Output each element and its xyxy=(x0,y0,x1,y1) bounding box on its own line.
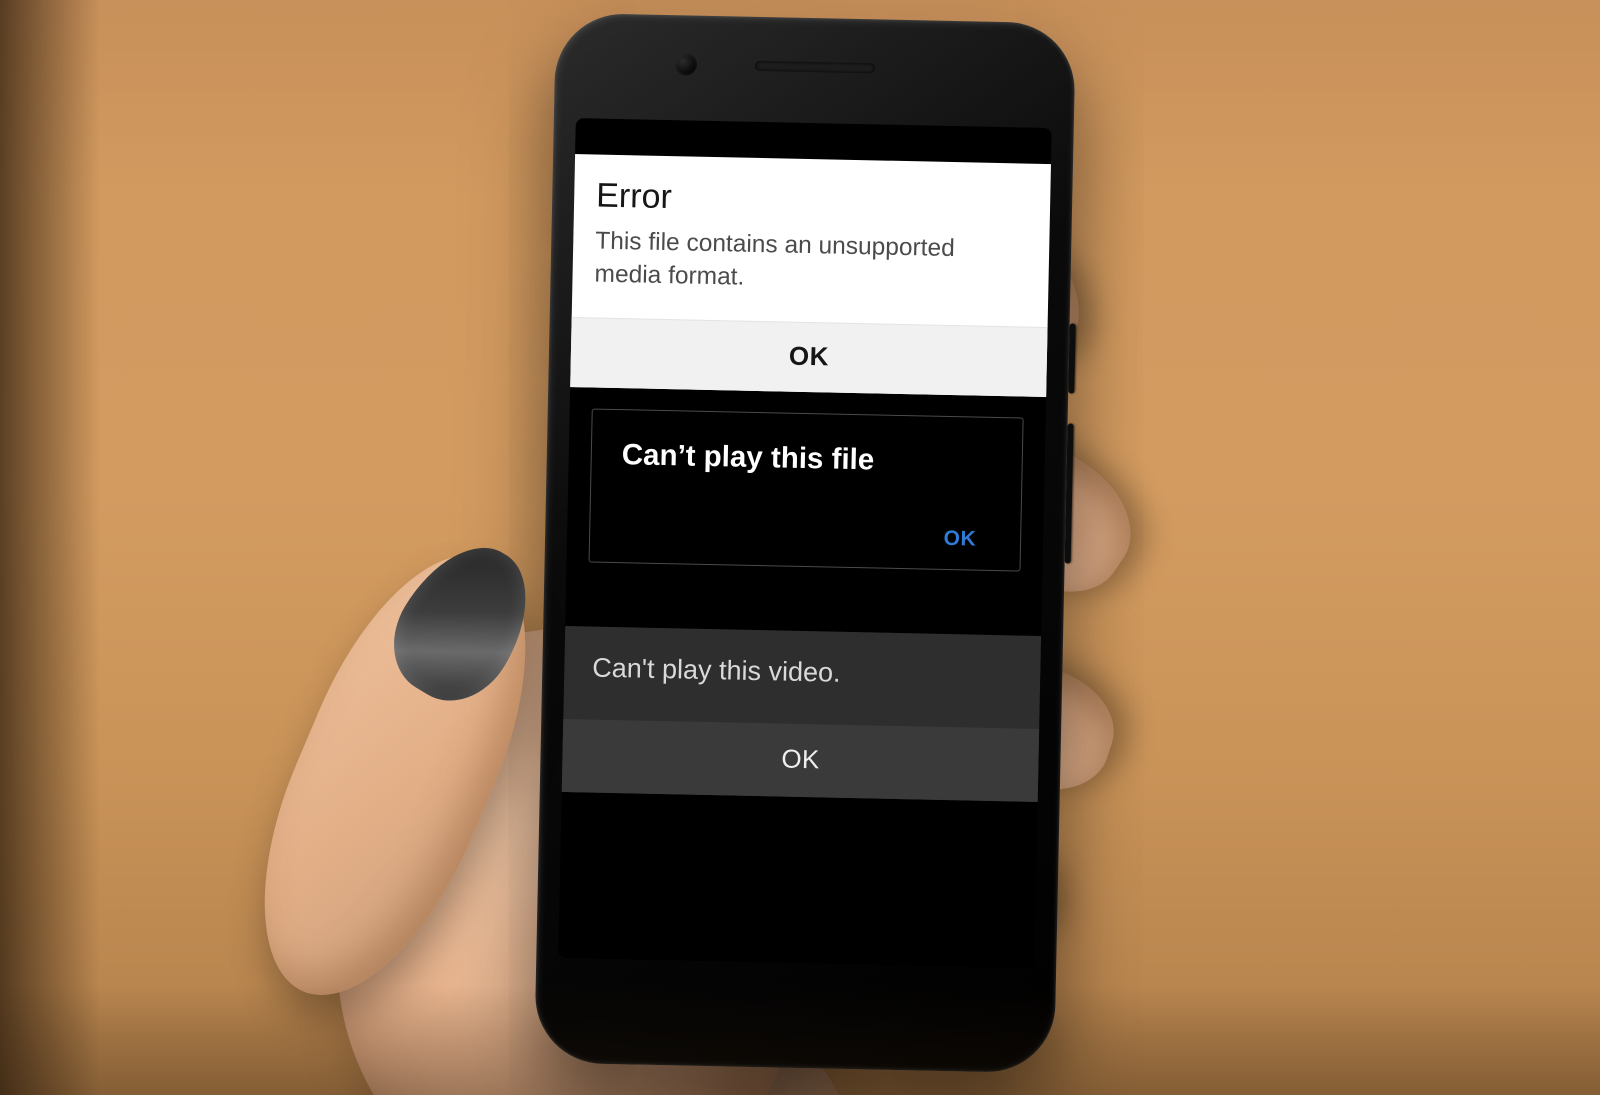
power-button xyxy=(1068,323,1075,393)
error-dialog-cant-play-video: Can't play this video. OK xyxy=(560,626,1043,802)
phone-screen: Error This file contains an unsupported … xyxy=(558,118,1051,968)
volume-rocker xyxy=(1065,423,1074,563)
error-dialog-cant-play-file: Can’t play this file OK xyxy=(589,409,1024,572)
phone-device: Error This file contains an unsupported … xyxy=(534,13,1076,1074)
earpiece-speaker xyxy=(755,61,875,74)
dialog-message: Can't play this video. xyxy=(561,626,1043,729)
dialog-message: This file contains an unsupported media … xyxy=(564,219,1052,327)
dialog-button-row: OK xyxy=(562,317,1052,397)
front-camera xyxy=(675,53,697,75)
ok-button[interactable]: OK xyxy=(789,340,830,372)
ok-button[interactable]: OK xyxy=(943,527,976,552)
thumb xyxy=(216,522,575,1029)
error-dialog-unsupported-format: Error This file contains an unsupported … xyxy=(562,154,1052,397)
thumbnail-nail xyxy=(372,524,554,721)
dialog-button-row: OK xyxy=(560,719,1041,802)
dialog-title: Can’t play this file xyxy=(591,410,1022,481)
scene-background: Error This file contains an unsupported … xyxy=(0,0,1600,1095)
dialog-title: Error xyxy=(566,154,1052,229)
ok-button[interactable]: OK xyxy=(781,744,820,776)
